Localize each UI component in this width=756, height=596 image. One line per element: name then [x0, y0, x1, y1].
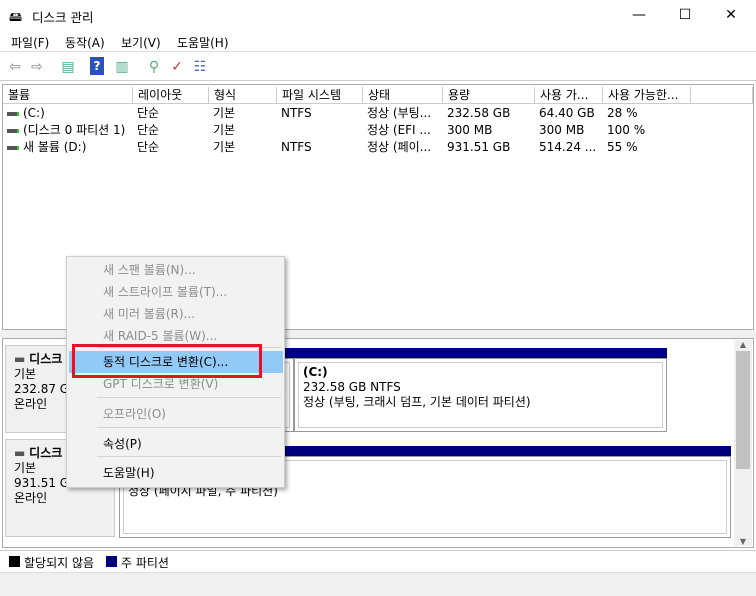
menu-bar: 파일(F) 동작(A) 보기(V) 도움말(H)	[0, 30, 756, 52]
disk-icon: ▬	[14, 352, 30, 366]
connect-disk-icon[interactable]: ⚲	[144, 57, 164, 77]
table-cell: 기본	[213, 123, 236, 137]
column-header-volume[interactable]: 볼륨	[3, 87, 133, 104]
disk-icon: ▬	[14, 446, 30, 460]
table-cell	[281, 122, 363, 139]
context-menu-item[interactable]: 속성(P)	[69, 433, 283, 455]
legend-swatch-unallocated	[9, 556, 20, 567]
back-arrow-icon[interactable]: ⇦	[5, 57, 25, 77]
legend: 할당되지 않음 주 파티션	[0, 550, 756, 572]
menu-separator	[97, 397, 281, 398]
context-menu-item[interactable]: 새 스트라이프 볼륨(T)...	[69, 281, 283, 303]
partition-status: 정상 (부팅, 크래시 덤프, 기본 데이터 파티션)	[303, 395, 531, 409]
context-menu-item[interactable]: 도움말(H)	[69, 462, 283, 484]
menu-separator	[97, 456, 281, 457]
check-icon[interactable]: ✓	[167, 57, 187, 77]
annotation-highlight-box	[72, 344, 262, 378]
table-cell: 정상 (페이...	[367, 140, 432, 154]
table-cell: (C:)	[23, 106, 45, 120]
menu-file[interactable]: 파일(F)	[11, 34, 49, 51]
table-cell: 28 %	[607, 106, 638, 120]
table-cell: 기본	[213, 140, 236, 154]
table-cell: 300 MB	[447, 123, 493, 137]
toolbar: ⇦ ⇨ ▤ ? ▥ ⚲ ✓ ☷	[0, 53, 756, 81]
column-header-percent-free[interactable]: 사용 가능한...	[603, 87, 691, 104]
table-cell: (디스크 0 파티션 1)	[23, 123, 126, 137]
status-bar	[0, 572, 756, 596]
menu-separator	[97, 427, 281, 428]
table-row[interactable]: (디스크 0 파티션 1) 단순 기본 정상 (EFI ... 300 MB 300 MB…	[3, 122, 753, 139]
partition-name: (C:)	[303, 365, 328, 379]
column-header-filesystem[interactable]: 파일 시스템	[277, 87, 363, 104]
help-icon[interactable]: ?	[90, 57, 104, 75]
console-tree-icon[interactable]: ▤	[58, 57, 78, 77]
column-header-status[interactable]: 상태	[363, 87, 443, 104]
table-cell: 931.51 GB	[447, 140, 511, 154]
title-bar: 🖴 디스크 관리 — ☐ ✕	[0, 0, 756, 30]
menu-action[interactable]: 동작(A)	[65, 34, 105, 51]
volume-icon	[7, 112, 19, 116]
table-row[interactable]: 새 볼륨 (D:) 단순 기본 NTFS 정상 (페이... 931.51 GB 514.2…	[3, 139, 753, 156]
action-pane-icon[interactable]: ▥	[112, 57, 132, 77]
legend-primary: 주 파티션	[121, 556, 169, 570]
context-menu-item[interactable]: 오프라인(O)	[69, 403, 283, 425]
table-cell: 100 %	[607, 123, 646, 137]
legend-swatch-primary	[106, 556, 117, 567]
context-menu-item[interactable]: 새 미러 볼륨(R)...	[69, 303, 283, 325]
disk-management-icon: 🖴	[9, 10, 23, 25]
column-header-free-space[interactable]: 사용 가...	[535, 87, 603, 104]
disk-status: 온라인	[14, 491, 48, 505]
maximize-button[interactable]: ☐	[662, 0, 708, 30]
disk-name: 디스크	[29, 352, 63, 366]
menu-view[interactable]: 보기(V)	[121, 34, 161, 51]
close-button[interactable]: ✕	[708, 0, 754, 30]
table-cell: 단순	[137, 123, 160, 137]
menu-help[interactable]: 도움말(H)	[177, 34, 229, 51]
table-cell: 정상 (EFI ...	[367, 123, 431, 137]
vertical-scrollbar[interactable]: ▲ ▼	[734, 340, 752, 546]
legend-unallocated: 할당되지 않음	[24, 556, 95, 570]
volume-icon	[7, 146, 19, 150]
properties-icon[interactable]: ☷	[190, 57, 210, 77]
forward-arrow-icon[interactable]: ⇨	[27, 57, 47, 77]
disk-name: 디스크	[29, 446, 63, 460]
table-cell: 단순	[137, 106, 160, 120]
table-cell: NTFS	[281, 106, 312, 120]
table-cell: 55 %	[607, 140, 638, 154]
column-header-capacity[interactable]: 용량	[443, 87, 535, 104]
column-header-empty	[691, 87, 753, 104]
partition-c[interactable]: (C:) 232.58 GB NTFS 정상 (부팅, 크래시 덤프, 기본 데…	[294, 358, 667, 432]
table-cell: 514.24 ...	[539, 140, 597, 154]
minimize-button[interactable]: —	[616, 0, 662, 30]
volume-icon	[7, 129, 19, 133]
table-row[interactable]: (C:) 단순 기본 NTFS 정상 (부팅... 232.58 GB 64.40 GB 28…	[3, 105, 753, 122]
partition-size: 232.58 GB NTFS	[303, 380, 401, 394]
window-title: 디스크 관리	[32, 10, 94, 25]
table-cell: NTFS	[281, 140, 312, 154]
table-cell: 232.58 GB	[447, 106, 511, 120]
table-cell: 64.40 GB	[539, 106, 595, 120]
table-cell: 새 볼륨 (D:)	[23, 140, 87, 154]
column-header-layout[interactable]: 레이아웃	[133, 87, 209, 104]
context-menu-item[interactable]: 새 스팬 볼륨(N)...	[69, 259, 283, 281]
scrollbar-thumb[interactable]	[736, 351, 750, 469]
column-header-type[interactable]: 형식	[209, 87, 277, 104]
table-cell: 단순	[137, 140, 160, 154]
table-cell: 기본	[213, 106, 236, 120]
table-cell: 정상 (부팅...	[367, 106, 432, 120]
table-cell: 300 MB	[539, 123, 585, 137]
